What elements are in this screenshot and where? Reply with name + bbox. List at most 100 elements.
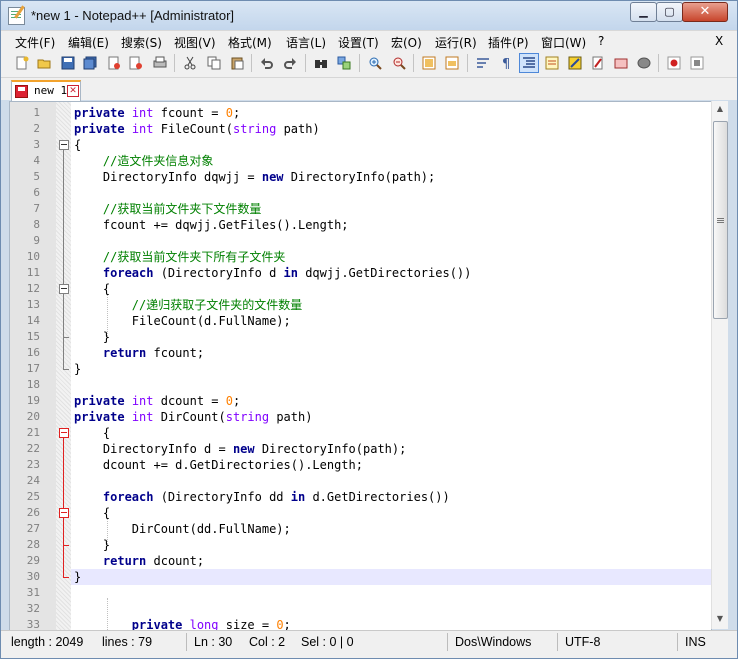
indent-guide-icon[interactable] <box>519 53 539 73</box>
replace-icon[interactable] <box>335 54 353 72</box>
minimize-button[interactable]: ▁ <box>630 2 657 22</box>
code-line: 20 private int DirCount(string path) <box>10 409 711 425</box>
vertical-scrollbar[interactable]: ▲ ▼ <box>711 101 728 629</box>
line-number: 16 <box>26 346 40 359</box>
find-icon[interactable] <box>312 54 330 72</box>
sync-vertical-icon[interactable] <box>420 54 438 72</box>
tab-close-icon[interactable]: ✕ <box>67 85 79 97</box>
notepad-app-icon[interactable] <box>8 7 25 25</box>
menu-settings[interactable]: 设置(T) <box>338 34 379 51</box>
paste-icon[interactable] <box>228 54 246 72</box>
show-all-chars-icon[interactable]: ¶ <box>497 54 515 72</box>
minimize-icon: ▁ <box>639 5 648 18</box>
folder-workspace-icon[interactable] <box>589 54 607 72</box>
menu-macro[interactable]: 宏(O) <box>391 34 422 51</box>
status-encoding[interactable]: UTF-8 <box>565 635 600 649</box>
open-file-icon[interactable] <box>35 54 53 72</box>
code-line: 11 foreach (DirectoryInfo d in dqwjj.Get… <box>10 265 711 281</box>
menu-file[interactable]: 文件(F) <box>15 34 55 51</box>
undo-icon[interactable] <box>258 54 276 72</box>
scroll-up-icon[interactable]: ▲ <box>712 101 728 117</box>
menu-edit[interactable]: 编辑(E) <box>68 34 109 51</box>
code-line: 24 <box>10 473 711 489</box>
maximize-icon: ▢ <box>664 5 675 18</box>
sync-horizontal-icon[interactable] <box>443 54 461 72</box>
status-eol-format[interactable]: Dos\Windows <box>455 635 531 649</box>
function-list-icon[interactable] <box>566 54 584 72</box>
toolbar-separator <box>359 54 360 72</box>
code-line: 23 dcount += d.GetDirectories().Length; <box>10 457 711 473</box>
record-macro-icon[interactable] <box>635 54 653 72</box>
macro-stop-icon[interactable] <box>688 54 706 72</box>
word-wrap-icon[interactable] <box>474 54 492 72</box>
code-line: 1 private int fcount = 0; <box>10 105 711 121</box>
menu-search[interactable]: 搜索(S) <box>121 34 162 51</box>
monitoring-icon[interactable] <box>612 54 630 72</box>
menu-format[interactable]: 格式(M) <box>228 34 272 51</box>
code-line: 27 DirCount(dd.FullName); <box>10 521 711 537</box>
line-number: 26 <box>26 506 40 519</box>
code-text: DirectoryInfo dqwjj = new DirectoryInfo(… <box>74 170 436 184</box>
line-number: 12 <box>26 282 40 295</box>
code-line: 32 <box>10 601 711 617</box>
cut-icon[interactable] <box>181 54 199 72</box>
code-text: { <box>74 506 111 520</box>
scroll-down-icon[interactable]: ▼ <box>712 611 728 627</box>
menu-window[interactable]: 窗口(W) <box>541 34 586 51</box>
menu-language[interactable]: 语言(L) <box>286 34 326 51</box>
scrollbar-thumb[interactable] <box>713 121 728 319</box>
line-number: 17 <box>26 362 40 375</box>
status-bar: length : 2049 lines : 79 Ln : 30 Col : 2… <box>1 630 737 658</box>
code-text: } <box>74 570 82 584</box>
line-number: 10 <box>26 250 40 263</box>
print-icon[interactable] <box>151 54 169 72</box>
menu-plugins[interactable]: 插件(P) <box>488 34 529 51</box>
menu-help[interactable]: ? <box>598 34 604 48</box>
zoom-out-icon[interactable] <box>390 54 408 72</box>
code-line: 5 DirectoryInfo dqwjj = new DirectoryInf… <box>10 169 711 185</box>
save-icon[interactable] <box>59 54 77 72</box>
code-line: 17} <box>10 361 711 377</box>
menu-run[interactable]: 运行(R) <box>435 34 477 51</box>
code-text: //递归获取子文件夹的文件数量 <box>131 298 303 312</box>
code-line: 14 FileCount(d.FullName); <box>10 313 711 329</box>
status-selection: Sel : 0 | 0 <box>301 635 354 649</box>
status-insert-mode[interactable]: INS <box>685 635 706 649</box>
code-text: } <box>74 330 111 344</box>
line-number: 4 <box>33 154 40 167</box>
menu-view[interactable]: 视图(V) <box>174 34 216 51</box>
toolbar-separator <box>174 54 175 72</box>
code-line: 4 //造文件夹信息对象 <box>10 153 711 169</box>
code-line: 33 private long size = 0; <box>10 617 711 630</box>
zoom-in-icon[interactable] <box>366 54 384 72</box>
macro-record-icon[interactable] <box>665 54 683 72</box>
close-all-icon[interactable] <box>127 54 145 72</box>
close-button[interactable]: ✕ <box>682 2 728 22</box>
title-bar[interactable]: *new 1 - Notepad++ [Administrator] ▁ ▢ ✕ <box>1 1 737 30</box>
code-text: foreach (DirectoryInfo d in dqwjj.GetDir… <box>102 266 472 280</box>
svg-text:¶: ¶ <box>502 57 510 70</box>
code-line: 12 { <box>10 281 711 297</box>
tab-new-1[interactable]: new 1 ✕ <box>11 80 81 102</box>
line-number: 15 <box>26 330 40 343</box>
line-number: 8 <box>33 218 40 231</box>
new-file-icon[interactable] <box>13 54 31 72</box>
line-number: 27 <box>26 522 40 535</box>
code-line: 2 private int FileCount(string path) <box>10 121 711 137</box>
maximize-button[interactable]: ▢ <box>656 2 683 22</box>
line-number: 9 <box>33 234 40 247</box>
code-text: //造文件夹信息对象 <box>102 154 214 168</box>
redo-icon[interactable] <box>281 54 299 72</box>
document-map-icon[interactable] <box>543 54 561 72</box>
close-document-button[interactable]: X <box>715 34 723 48</box>
line-number: 30 <box>26 570 40 583</box>
code-editor[interactable]: 1 private int fcount = 0; 2 private int Fil… <box>9 101 712 631</box>
copy-icon[interactable] <box>205 54 223 72</box>
code-line: 9 <box>10 233 711 249</box>
line-number: 20 <box>26 410 40 423</box>
status-column: Col : 2 <box>249 635 286 649</box>
code-line: 31 <box>10 585 711 601</box>
close-file-icon[interactable] <box>105 54 123 72</box>
save-all-icon[interactable] <box>81 54 99 72</box>
line-number: 22 <box>26 442 40 455</box>
